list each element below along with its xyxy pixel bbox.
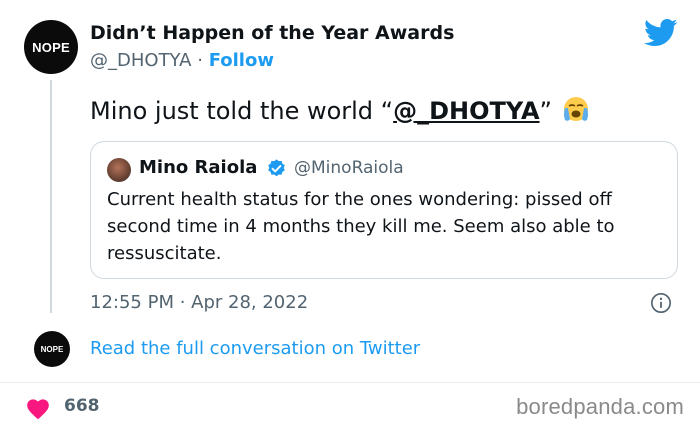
author-name[interactable]: Didn’t Happen of the Year Awards	[90, 22, 454, 44]
follow-button[interactable]: Follow	[209, 50, 274, 71]
tweet-text: Mino just told the world “@_DHOTYA”	[90, 94, 592, 126]
like-count: 668	[64, 396, 100, 416]
footer-avatar-text: NOPE	[40, 344, 64, 354]
separator-dot: ·	[197, 50, 203, 71]
heart-icon[interactable]	[25, 396, 51, 420]
author-handle[interactable]: @_DHOTYA	[90, 50, 191, 71]
author-avatar[interactable]: NOPE	[24, 20, 78, 74]
divider	[0, 382, 700, 383]
footer-avatar[interactable]: NOPE	[34, 331, 70, 367]
verified-badge-icon	[268, 159, 285, 177]
tweet-text-after: ”	[539, 97, 552, 125]
thread-line	[50, 80, 52, 313]
author-subline: @_DHOTYA · Follow	[90, 50, 274, 71]
quoted-author-avatar[interactable]	[107, 158, 131, 182]
twitter-bird-icon[interactable]	[644, 18, 678, 48]
read-conversation-link[interactable]: Read the full conversation on Twitter	[90, 338, 420, 359]
quoted-author-handle[interactable]: @MinoRaiola	[294, 158, 404, 178]
quoted-tweet-text: Current health status for the ones wonde…	[107, 189, 615, 264]
author-avatar-text: NOPE	[32, 39, 70, 55]
tweet-text-before: Mino just told the world “	[90, 97, 394, 125]
info-icon[interactable]	[650, 292, 672, 314]
tweet-mention-link[interactable]: @_DHOTYA	[393, 97, 539, 125]
tweet-timestamp[interactable]: 12:55 PM · Apr 28, 2022	[90, 292, 308, 313]
quoted-author-name[interactable]: Mino Raiola	[139, 157, 257, 178]
loudly-crying-face-emoji-icon	[563, 97, 588, 121]
watermark: boredpanda.com	[516, 394, 684, 419]
quoted-tweet-card[interactable]: Mino Raiola @MinoRaiola Current health s…	[90, 141, 678, 279]
